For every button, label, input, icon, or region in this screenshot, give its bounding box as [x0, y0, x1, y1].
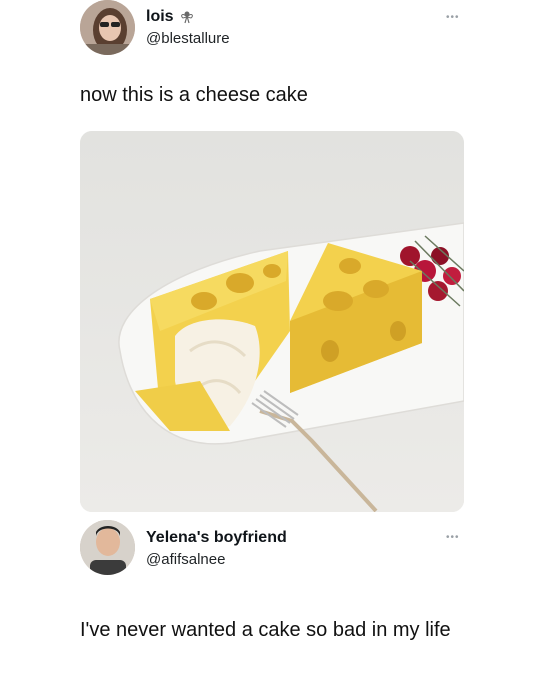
display-name[interactable]: Yelena's boyfriend: [146, 529, 287, 547]
avatar-image: [80, 520, 135, 575]
more-options-icon[interactable]: •••: [446, 532, 460, 543]
display-name[interactable]: lois: [146, 8, 174, 26]
more-options-icon[interactable]: •••: [446, 12, 460, 23]
tweet-2: Yelena's boyfriend @afifsalnee ••• I've …: [0, 520, 544, 680]
fairy-icon: [180, 11, 193, 24]
cheese-cake-photo[interactable]: [80, 131, 464, 512]
avatar-image: [80, 0, 135, 55]
handle[interactable]: @blestallure: [146, 30, 230, 47]
tweet-1: lois @blestallure ••• now this is a chee…: [0, 0, 544, 520]
avatar[interactable]: [80, 0, 135, 55]
avatar[interactable]: [80, 520, 135, 575]
tweet-text: now this is a cheese cake: [80, 84, 308, 106]
cheese-cake-image: [80, 131, 464, 512]
handle[interactable]: @afifsalnee: [146, 551, 225, 568]
tweet-text: I've never wanted a cake so bad in my li…: [80, 619, 451, 641]
